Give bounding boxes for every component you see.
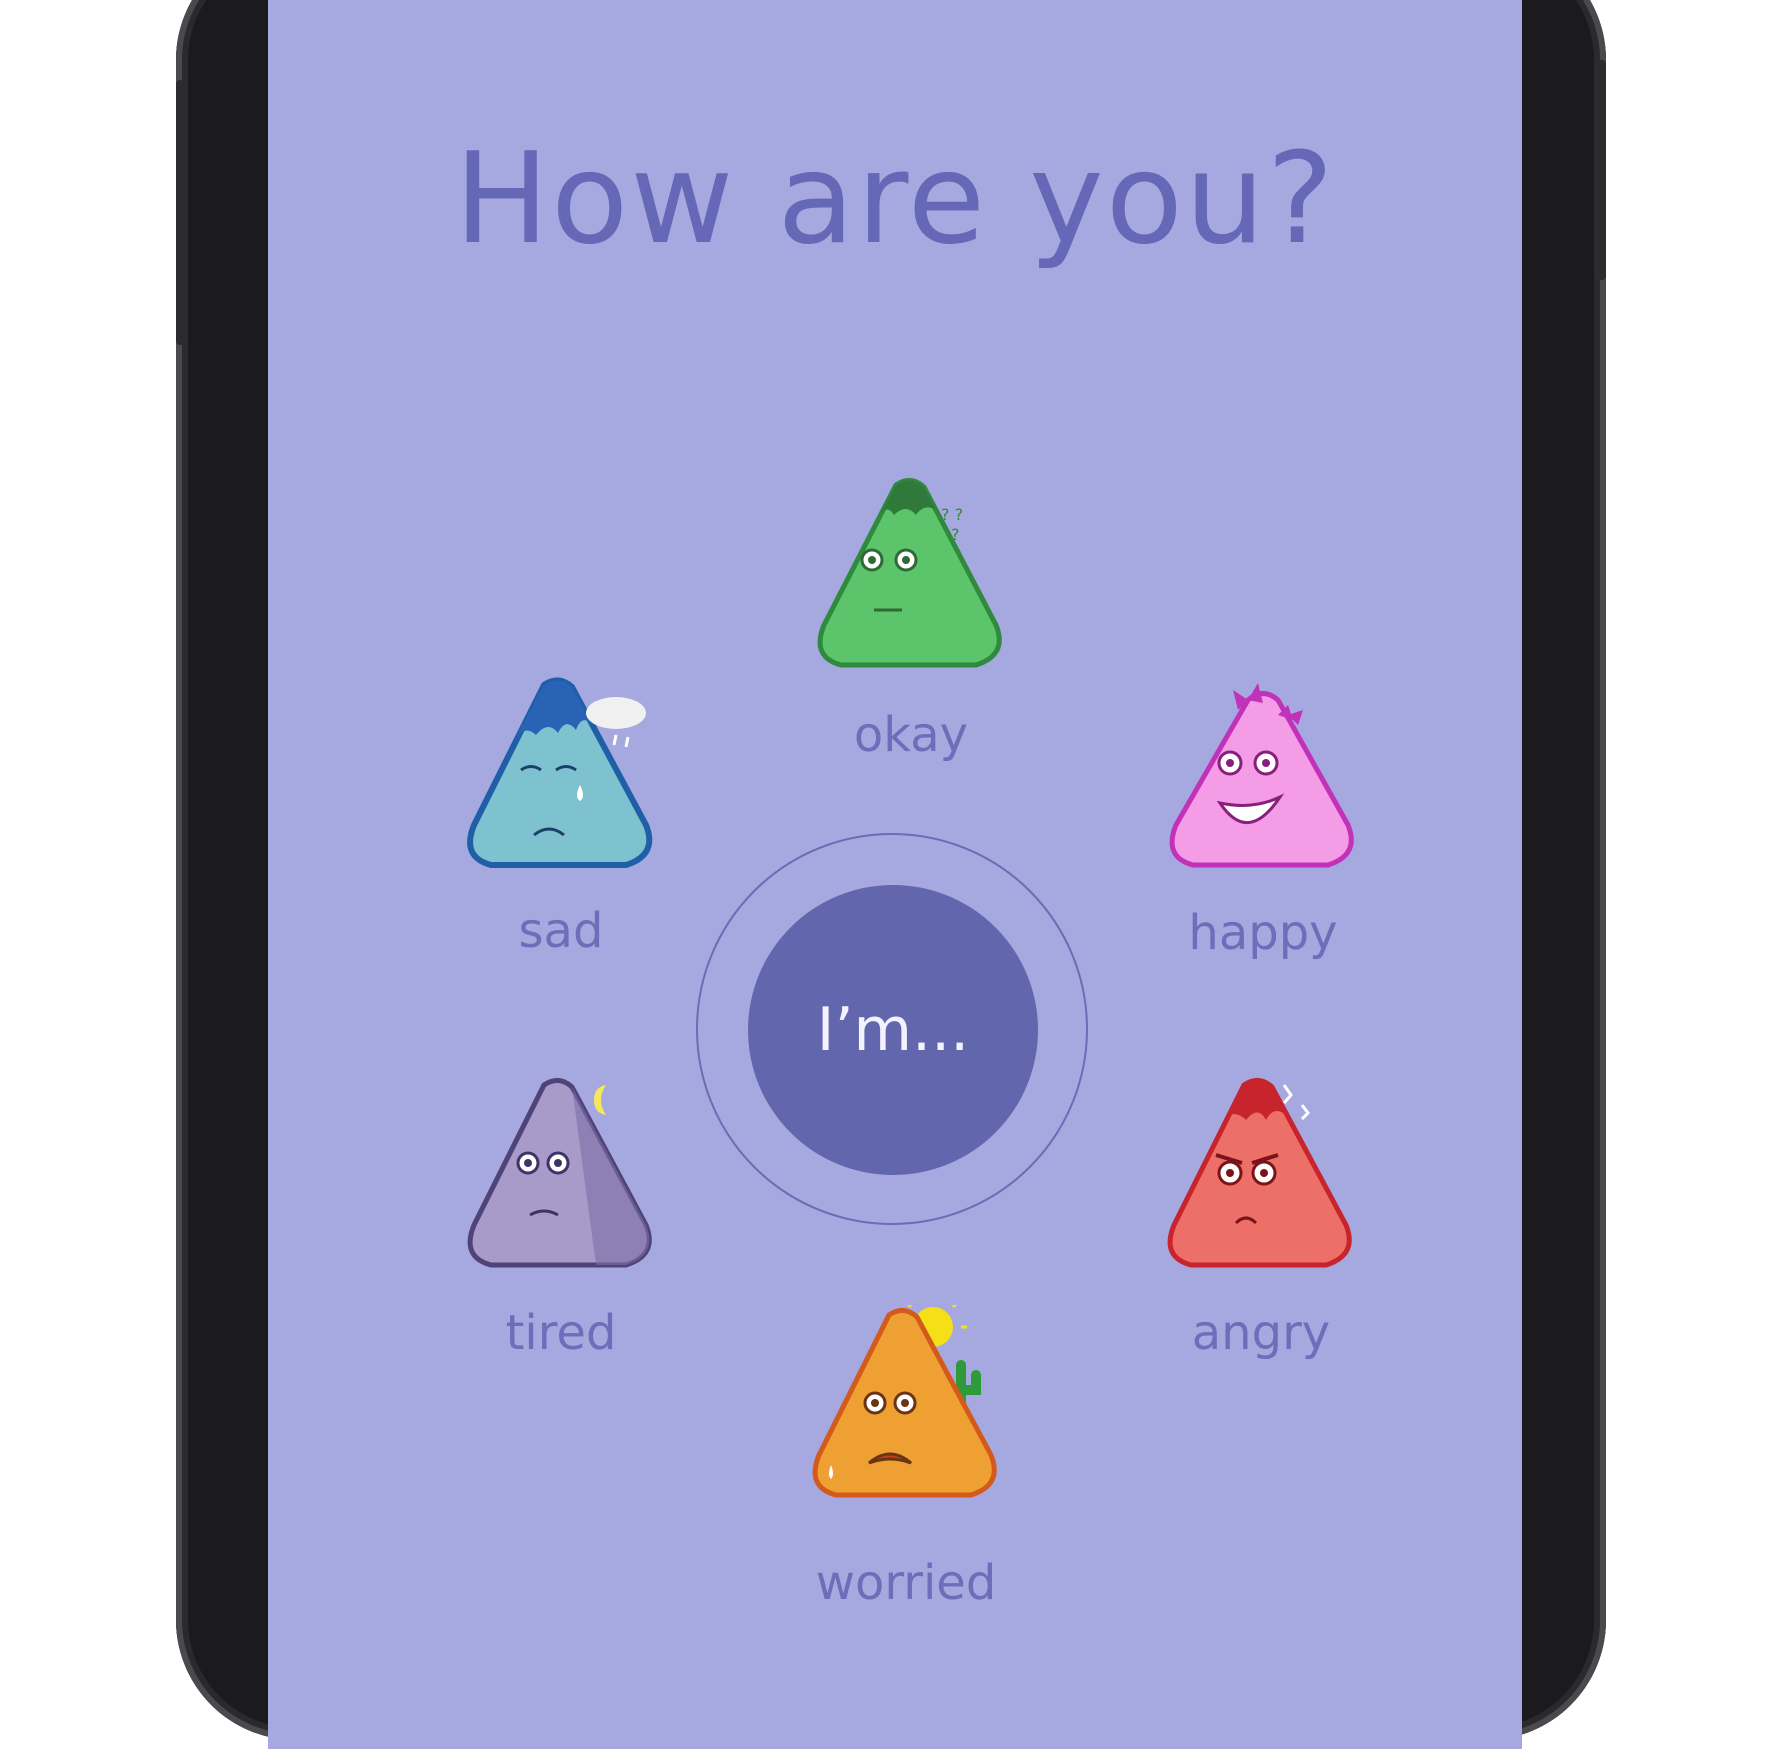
page-title: How are you?: [454, 125, 1336, 272]
tired-character-icon: [467, 1078, 652, 1268]
app-screen: How are you? ? ? ? okay sad happy tired …: [268, 0, 1522, 1749]
mood-label-angry: angry: [1191, 1305, 1331, 1361]
mood-sad[interactable]: sad: [446, 675, 676, 975]
svg-text:?: ?: [951, 525, 960, 544]
im-button[interactable]: I’m...: [748, 885, 1038, 1175]
svg-text:? ?: ? ?: [941, 505, 963, 524]
volume-down-button: [176, 145, 188, 345]
mood-label-sad: sad: [518, 903, 604, 959]
mood-label-happy: happy: [1188, 905, 1338, 961]
mood-label-tired: tired: [505, 1305, 617, 1361]
mood-angry[interactable]: angry: [1146, 1075, 1376, 1375]
mood-worried[interactable]: worried: [791, 1305, 1021, 1611]
mood-happy[interactable]: happy: [1148, 675, 1378, 975]
power-button: [1594, 60, 1606, 280]
mood-label-worried: worried: [815, 1555, 997, 1611]
volume-up-button: [176, 80, 188, 150]
worried-character-icon: [812, 1305, 997, 1498]
mood-tired[interactable]: tired: [446, 1075, 676, 1375]
mood-label-okay: okay: [853, 707, 969, 763]
okay-character-icon: ? ? ?: [817, 478, 1002, 668]
sad-character-icon: [467, 677, 653, 868]
mood-okay[interactable]: ? ? ? okay: [796, 475, 1026, 775]
happy-character-icon: [1169, 683, 1354, 868]
angry-character-icon: [1167, 1078, 1352, 1268]
